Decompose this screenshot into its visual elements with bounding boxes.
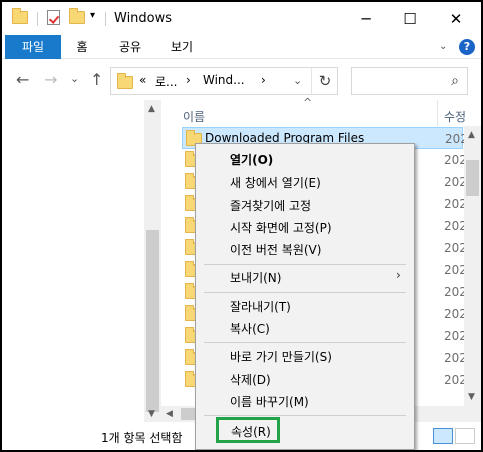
tab-home[interactable]: 홈	[68, 35, 96, 59]
address-row: ← → ⌄ ↑ « 로... › Wind... › ⌄ ↻ ⌕	[2, 60, 481, 100]
menu-item-pin-start[interactable]: 시작 화면에 고정(P)	[196, 216, 414, 238]
title-separator	[37, 12, 38, 26]
large-icons-view-button[interactable]	[455, 428, 475, 444]
menu-item-label: 이전 버전 복원(V)	[230, 243, 322, 257]
status-selection-count: 1개 항목 선택함	[101, 431, 183, 445]
menu-item-label: 시작 화면에 고정(P)	[230, 221, 332, 235]
folder-icon	[12, 8, 28, 27]
breadcrumb-item[interactable]: 로...	[155, 73, 177, 90]
menu-item-copy[interactable]: 복사(C)	[196, 317, 414, 339]
address-dropdown-icon[interactable]: ⌄	[293, 74, 302, 87]
breadcrumb-separator[interactable]: ›	[261, 73, 266, 87]
column-name[interactable]: 이름	[183, 108, 205, 125]
new-folder-quick-icon[interactable]	[69, 8, 85, 27]
navigation-pane[interactable]	[2, 100, 161, 422]
navigation-scrollbar[interactable]: ▲ ▼	[144, 100, 161, 422]
menu-item-restore-previous[interactable]: 이전 버전 복원(V)	[196, 238, 414, 260]
scroll-thumb[interactable]	[466, 160, 479, 196]
tab-view[interactable]: 보기	[164, 35, 200, 59]
menu-item-label: 삭제(D)	[230, 373, 271, 387]
column-header: ^ 이름 수정	[161, 96, 481, 126]
submenu-arrow-icon: ›	[396, 268, 401, 282]
search-icon: ⌕	[451, 73, 459, 89]
menu-item-label: 즐겨찾기에 고정	[230, 199, 312, 213]
back-button[interactable]: ←	[16, 70, 29, 89]
title-bar: ▾ Windows ─ ☐ ✕	[2, 2, 481, 35]
menu-item-delete[interactable]: 삭제(D)	[196, 368, 414, 390]
breadcrumb-separator[interactable]: ›	[186, 73, 191, 87]
tab-share[interactable]: 공유	[112, 35, 148, 59]
menu-item-pin-quick-access[interactable]: 즐겨찾기에 고정	[196, 194, 414, 216]
folder-icon	[117, 73, 133, 92]
menu-item-send-to[interactable]: 보내기(N) ›	[196, 266, 414, 288]
title-separator	[105, 12, 106, 26]
menu-item-label: 보내기(N)	[230, 271, 282, 285]
scroll-down-icon[interactable]: ▼	[148, 409, 155, 419]
column-divider[interactable]	[437, 100, 438, 126]
menu-item-open-new-window[interactable]: 새 창에서 열기(E)	[196, 171, 414, 193]
menu-item-label: 바로 가기 만들기(S)	[230, 350, 332, 364]
breadcrumb-item[interactable]: Wind...	[203, 73, 245, 87]
maximize-button[interactable]: ☐	[387, 2, 433, 35]
menu-item-label: 잘라내기(T)	[230, 300, 291, 314]
menu-separator	[204, 264, 406, 265]
customize-toolbar-icon[interactable]: ▾	[90, 10, 95, 21]
up-button[interactable]: ↑	[90, 70, 103, 89]
properties-highlight-box	[216, 417, 280, 443]
scroll-thumb[interactable]	[146, 230, 159, 412]
column-date-modified[interactable]: 수정	[444, 108, 466, 125]
menu-separator	[204, 342, 406, 343]
menu-separator	[204, 415, 406, 416]
menu-item-open[interactable]: 열기(O)	[196, 148, 414, 170]
menu-separator	[204, 292, 406, 293]
refresh-button[interactable]: ↻	[311, 68, 338, 94]
minimize-button[interactable]: ─	[343, 2, 389, 35]
ribbon-expand-icon[interactable]: ⌄	[439, 41, 447, 52]
scroll-left-icon[interactable]: ◀	[166, 409, 173, 419]
sort-ascending-icon: ^	[303, 96, 313, 109]
details-view-button[interactable]	[433, 428, 453, 444]
menu-item-cut[interactable]: 잘라내기(T)	[196, 295, 414, 317]
menu-item-label: 복사(C)	[230, 322, 270, 336]
menu-item-label: 새 창에서 열기(E)	[230, 176, 321, 190]
close-button[interactable]: ✕	[433, 2, 479, 35]
menu-item-create-shortcut[interactable]: 바로 가기 만들기(S)	[196, 345, 414, 367]
menu-item-label: 열기(O)	[230, 153, 274, 167]
breadcrumb-overflow[interactable]: «	[139, 73, 146, 87]
tab-file[interactable]: 파일	[5, 35, 61, 59]
recent-locations-button[interactable]: ⌄	[70, 72, 79, 85]
scroll-up-icon[interactable]: ▲	[468, 130, 475, 140]
ribbon-tabs: 파일 홈 공유 보기 ⌄ ?	[2, 35, 481, 59]
menu-item-rename[interactable]: 이름 바꾸기(M)	[196, 390, 414, 412]
menu-item-label: 이름 바꾸기(M)	[230, 395, 309, 409]
forward-button[interactable]: →	[44, 70, 57, 89]
help-button[interactable]: ?	[459, 39, 475, 55]
scroll-down-icon[interactable]: ▼	[468, 392, 475, 402]
window-title: Windows	[114, 11, 173, 26]
address-bar[interactable]: « 로... › Wind... › ⌄ ↻	[110, 67, 338, 95]
scroll-up-icon[interactable]: ▲	[148, 104, 155, 114]
context-menu: 열기(O) 새 창에서 열기(E) 즐겨찾기에 고정 시작 화면에 고정(P) …	[195, 143, 415, 450]
search-input[interactable]: ⌕	[351, 67, 468, 95]
properties-quick-icon[interactable]	[47, 10, 60, 28]
content-vertical-scrollbar[interactable]: ▲ ▼	[464, 126, 481, 422]
